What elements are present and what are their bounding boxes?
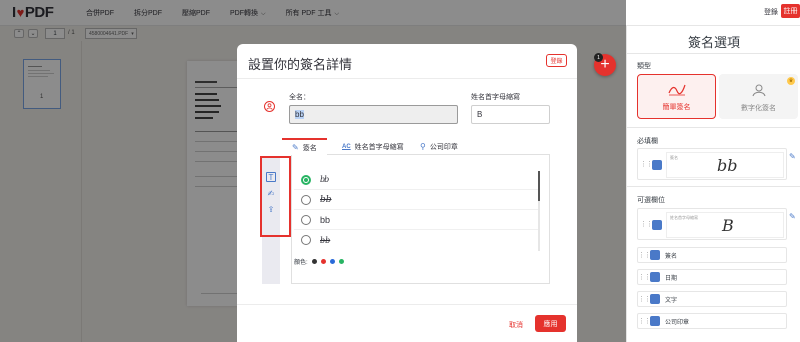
signer-count-badge: 1 bbox=[594, 53, 603, 62]
tab-initials[interactable]: AC 姓名首字母縮寫 bbox=[342, 138, 404, 155]
option-text: bb bbox=[320, 214, 331, 225]
field-text[interactable]: ⋮⋮ 文字 bbox=[637, 291, 787, 307]
field-caption: 姓名首字母縮寫 bbox=[670, 215, 698, 220]
login-link[interactable]: 登錄 bbox=[764, 7, 778, 17]
signature-option[interactable]: bb bbox=[294, 230, 539, 250]
drag-handle-icon[interactable]: ⋮⋮ bbox=[640, 220, 653, 228]
premium-crown-icon: ♛ bbox=[787, 77, 795, 85]
digital-signature-label: 數字化簽名 bbox=[741, 105, 776, 112]
initials-icon bbox=[652, 220, 662, 230]
required-signature-field[interactable]: ⋮⋮ 簽名 bb bbox=[637, 148, 787, 180]
field-company-stamp[interactable]: ⋮⋮ 公司印章 bbox=[637, 313, 787, 329]
signature-details-modal: 設置你的簽名詳情 登錄 全名： bb 姓名首字母縮寫 B ✎ 簽名 AC 姓名首字母… bbox=[237, 44, 577, 342]
drag-handle-icon[interactable]: ⋮⋮ bbox=[638, 251, 651, 259]
full-name-label: 全名： bbox=[289, 94, 310, 101]
color-picker: 顏色: bbox=[294, 257, 344, 266]
simple-signature-label: 簡單簽名 bbox=[662, 104, 691, 111]
signature-option[interactable]: bb bbox=[294, 210, 539, 230]
color-label: 顏色: bbox=[294, 260, 308, 266]
certificate-user-icon bbox=[752, 84, 765, 97]
optional-label: 可選欄位 bbox=[637, 197, 665, 204]
tab-label: 簽名 bbox=[302, 144, 317, 152]
tab-company-stamp[interactable]: ⚲ 公司印章 bbox=[420, 138, 458, 155]
field-label: 公司印章 bbox=[665, 319, 690, 326]
field-label: 日期 bbox=[665, 275, 678, 282]
full-name-input[interactable]: bb bbox=[289, 105, 458, 124]
radio-button[interactable] bbox=[301, 235, 311, 245]
drag-handle-icon[interactable]: ⋮⋮ bbox=[638, 273, 651, 281]
drag-handle-icon[interactable]: ⋮⋮ bbox=[638, 295, 651, 303]
color-swatch-black[interactable] bbox=[311, 259, 317, 264]
panel-title: 簽名選項 bbox=[687, 35, 740, 50]
radio-button[interactable] bbox=[301, 194, 311, 205]
initials-label: 姓名首字母縮寫 bbox=[471, 94, 520, 101]
highlight-box bbox=[260, 156, 291, 237]
edit-pencil-icon[interactable]: ✎ bbox=[789, 212, 796, 221]
calendar-icon bbox=[650, 272, 660, 282]
radio-selected[interactable] bbox=[301, 174, 311, 185]
required-label: 必填欄 bbox=[637, 138, 658, 145]
signature-style-list: bb bb bb bb bbox=[294, 170, 539, 252]
color-swatch-blue[interactable] bbox=[329, 259, 335, 264]
color-swatch-green[interactable] bbox=[338, 259, 344, 264]
stamp-icon bbox=[650, 316, 660, 326]
signature-option[interactable]: bb bbox=[294, 170, 539, 190]
modal-login-button[interactable]: 登錄 bbox=[546, 54, 567, 67]
radio-button[interactable] bbox=[301, 214, 311, 225]
user-avatar-icon bbox=[264, 101, 275, 112]
option-text: bb bbox=[320, 235, 331, 245]
field-signature[interactable]: ⋮⋮ 簽名 bbox=[637, 247, 787, 263]
tab-label: 姓名首字母縮寫 bbox=[354, 143, 404, 151]
signature-preview: bb bbox=[717, 156, 738, 175]
initials-input[interactable]: B bbox=[471, 105, 550, 124]
stamp-icon: ⚲ bbox=[420, 142, 426, 151]
signature-pen-icon bbox=[667, 84, 686, 96]
field-label: 簽名 bbox=[665, 253, 678, 260]
digital-signature-card[interactable]: ♛ 數字化簽名 bbox=[719, 74, 798, 119]
type-label: 類型 bbox=[637, 63, 651, 70]
signature-option[interactable]: bb bbox=[294, 190, 539, 210]
optional-initials-field[interactable]: ⋮⋮ 姓名首字母縮寫 B bbox=[637, 208, 787, 240]
cancel-button[interactable]: 取消 bbox=[509, 320, 523, 330]
option-text: bb bbox=[320, 194, 332, 205]
ac-icon: AC bbox=[342, 143, 351, 150]
text-icon bbox=[650, 294, 660, 304]
drag-handle-icon[interactable]: ⋮⋮ bbox=[640, 160, 653, 168]
apply-button[interactable]: 應用 bbox=[535, 315, 566, 332]
signup-button[interactable]: 註冊 bbox=[781, 4, 800, 18]
tab-signature[interactable]: ✎ 簽名 bbox=[282, 138, 327, 155]
initials-preview: B bbox=[722, 216, 734, 235]
option-text: bb bbox=[320, 175, 329, 184]
tab-label: 公司印章 bbox=[429, 143, 458, 151]
field-caption: 簽名 bbox=[670, 155, 678, 160]
color-swatch-red[interactable] bbox=[320, 259, 326, 264]
pen-icon: ✎ bbox=[292, 143, 299, 152]
edit-pencil-icon[interactable]: ✎ bbox=[789, 152, 796, 161]
signature-tabs: ✎ 簽名 AC 姓名首字母縮寫 ⚲ 公司印章 bbox=[282, 138, 550, 155]
pen-icon bbox=[652, 160, 662, 170]
pen-icon bbox=[650, 250, 660, 260]
signature-options-panel: 簽名選項 類型 簡單簽名 ♛ 數字化簽名 必填欄 ⋮⋮ 簽名 bb ✎ 可選欄位 … bbox=[626, 26, 800, 342]
simple-signature-card[interactable]: 簡單簽名 bbox=[637, 74, 716, 119]
field-label: 文字 bbox=[665, 297, 678, 304]
drag-handle-icon[interactable]: ⋮⋮ bbox=[638, 317, 651, 325]
field-date[interactable]: ⋮⋮ 日期 bbox=[637, 269, 787, 285]
full-name-value: bb bbox=[295, 110, 304, 119]
list-scrollbar-thumb[interactable] bbox=[538, 171, 540, 201]
modal-title: 設置你的簽名詳情 bbox=[248, 57, 353, 72]
